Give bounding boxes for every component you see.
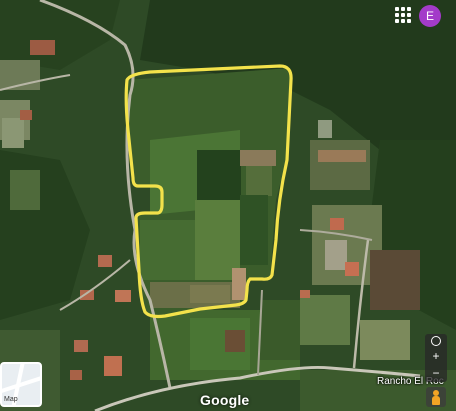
satellite-map[interactable]: E Map Rancho El Roc Google + − xyxy=(0,0,456,411)
layer-toggle-label: Map xyxy=(4,396,18,403)
apps-grid-icon[interactable] xyxy=(394,6,412,24)
google-logo: Google xyxy=(200,392,250,408)
parcel-boundary[interactable] xyxy=(0,0,456,411)
zoom-out-button[interactable]: − xyxy=(425,366,447,380)
account-avatar[interactable]: E xyxy=(419,5,441,27)
avatar-initial: E xyxy=(425,9,434,23)
compass-icon[interactable] xyxy=(425,335,447,346)
zoom-controls: + − xyxy=(425,334,447,382)
zoom-in-button[interactable]: + xyxy=(425,349,447,363)
pegman-icon[interactable] xyxy=(426,387,446,407)
map-layer-toggle[interactable]: Map xyxy=(0,362,42,407)
